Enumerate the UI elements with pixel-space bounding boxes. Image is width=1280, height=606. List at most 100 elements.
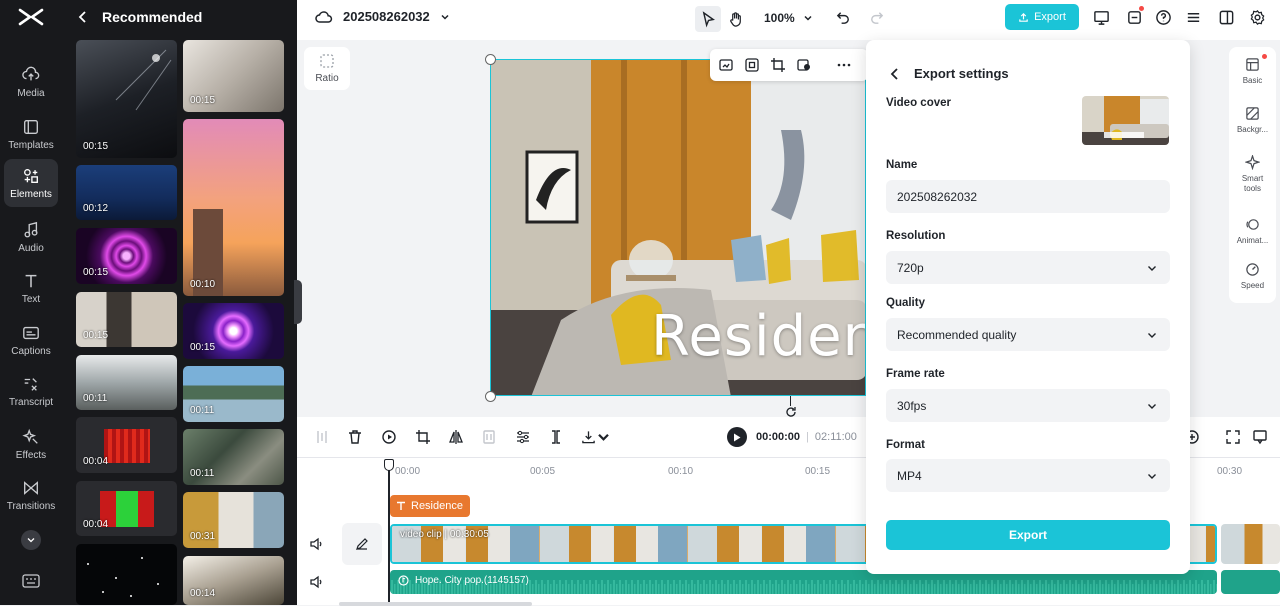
ratio-button[interactable]: Ratio: [304, 47, 350, 90]
video-preview[interactable]: Residen: [490, 59, 866, 396]
adjust-button[interactable]: [513, 427, 533, 447]
video-cover-thumbnail[interactable]: [1082, 96, 1169, 145]
settings-button[interactable]: [1246, 6, 1268, 28]
export-button[interactable]: Export: [886, 520, 1170, 550]
chevron-down-icon: [1148, 265, 1156, 271]
library-thumb[interactable]: 00:15: [76, 40, 177, 158]
frame-rate-select[interactable]: 30fps: [886, 389, 1170, 422]
keyboard-shortcuts-icon[interactable]: [22, 573, 40, 589]
next-video-clip[interactable]: [1221, 524, 1280, 564]
loop-button[interactable]: [379, 427, 399, 447]
ratio-label: Ratio: [315, 73, 339, 84]
capcut-logo-icon[interactable]: [17, 6, 45, 30]
audio-track-mute-button[interactable]: [309, 574, 325, 590]
replace-image-icon[interactable]: [718, 57, 734, 73]
library-thumb[interactable]: 00:04: [76, 481, 177, 536]
inbox-icon: [1127, 10, 1141, 24]
library-thumb[interactable]: 00:31: [183, 492, 284, 548]
quality-select[interactable]: Recommended quality: [886, 318, 1170, 351]
monitor-icon: [1093, 10, 1109, 25]
thumb-duration: 00:11: [190, 405, 215, 416]
resolution-label: Resolution: [886, 230, 946, 242]
project-name-dropdown[interactable]: 202508262032: [315, 9, 450, 24]
rail-effects[interactable]: Effects: [4, 420, 58, 468]
split-button[interactable]: [312, 427, 332, 447]
hand-tool-button[interactable]: [725, 8, 747, 30]
side-animation[interactable]: Animat...: [1229, 217, 1276, 246]
library-thumb[interactable]: 00:15: [183, 40, 284, 112]
floating-toolbar: [710, 49, 868, 81]
rail-captions[interactable]: Captions: [4, 316, 58, 364]
redo-button[interactable]: [865, 6, 887, 28]
overlay-title-text[interactable]: Residen: [651, 304, 865, 369]
thumb-duration: 00:15: [83, 141, 109, 152]
quality-label: Quality: [886, 297, 925, 309]
present-button[interactable]: [1090, 6, 1112, 28]
video-track-mute-button[interactable]: [309, 536, 325, 552]
format-select[interactable]: MP4: [886, 459, 1170, 492]
timeline-scrollbar[interactable]: [339, 602, 532, 606]
layers-icon: [1187, 12, 1199, 22]
export-button-top[interactable]: Export: [1005, 4, 1079, 30]
name-input[interactable]: 202508262032: [886, 180, 1170, 213]
resolution-select[interactable]: 720p: [886, 251, 1170, 284]
library-thumb[interactable]: 00:14: [183, 556, 284, 605]
library-thumb[interactable]: 00:11: [183, 366, 284, 422]
export-settings-header[interactable]: Export settings: [888, 66, 1009, 81]
select-tool-button[interactable]: [695, 6, 721, 32]
flip-button[interactable]: [446, 427, 466, 447]
thumb-duration: 00:31: [190, 531, 216, 542]
play-button[interactable]: [727, 427, 747, 447]
rail-audio[interactable]: Audio: [4, 213, 58, 261]
side-background[interactable]: Backgr...: [1229, 106, 1276, 135]
library-thumb[interactable]: 00:12: [76, 165, 177, 220]
text-icon: [25, 274, 37, 287]
trim-button[interactable]: [546, 427, 566, 447]
delete-button[interactable]: [345, 427, 365, 447]
fullscreen-button[interactable]: [1223, 427, 1243, 447]
rail-transitions[interactable]: Transitions: [4, 471, 58, 519]
library-thumb[interactable]: 00:15: [76, 228, 177, 284]
resize-handle-top-left[interactable]: [485, 54, 496, 65]
library-thumb[interactable]: 00:04: [76, 417, 177, 473]
rail-elements[interactable]: Elements: [4, 159, 58, 207]
help-icon: [1155, 9, 1171, 25]
library-thumb[interactable]: 00:15: [76, 292, 177, 347]
layout-button[interactable]: [1215, 6, 1237, 28]
playhead[interactable]: [384, 459, 394, 604]
library-thumb[interactable]: 00:11: [183, 429, 284, 485]
thumb-duration: 00:14: [190, 588, 216, 599]
download-dropdown[interactable]: [581, 427, 611, 447]
library-thumb[interactable]: 00:10: [183, 119, 284, 296]
volume-icon: [310, 537, 322, 551]
library-thumb[interactable]: [76, 544, 177, 605]
rail-transcript[interactable]: Transcript: [4, 367, 58, 415]
smart-crop-icon[interactable]: [744, 57, 760, 73]
panel-collapse-handle[interactable]: [294, 280, 302, 324]
library-back-button[interactable]: Recommended: [76, 8, 202, 26]
resize-handle-bottom-left[interactable]: [485, 391, 496, 402]
freeze-button[interactable]: [479, 427, 499, 447]
comment-button[interactable]: [1250, 427, 1270, 447]
rail-more-button[interactable]: [21, 530, 41, 550]
rail-media[interactable]: Media: [4, 58, 58, 106]
crop-timeline-button[interactable]: [413, 427, 433, 447]
side-smart-tools[interactable]: Smart tools: [1229, 155, 1276, 194]
edit-cover-button[interactable]: [342, 523, 382, 565]
notifications-button[interactable]: [1123, 6, 1145, 28]
rail-templates[interactable]: Templates: [4, 110, 58, 158]
more-options-icon[interactable]: [836, 57, 852, 73]
undo-button[interactable]: [832, 6, 854, 28]
library-thumb[interactable]: 00:15: [183, 303, 284, 359]
rail-text[interactable]: Text: [4, 264, 58, 312]
side-basic[interactable]: Basic: [1229, 57, 1276, 86]
mask-icon[interactable]: [796, 57, 812, 73]
crop-icon[interactable]: [770, 57, 786, 73]
text-track-clip[interactable]: Residence: [390, 495, 470, 517]
side-speed[interactable]: Speed: [1229, 262, 1276, 291]
layers-button[interactable]: [1182, 6, 1204, 28]
freeze-frame-icon: [483, 430, 495, 444]
help-button[interactable]: [1152, 6, 1174, 28]
zoom-dropdown[interactable]: 100%: [764, 11, 813, 25]
library-thumb[interactable]: 00:11: [76, 355, 177, 410]
